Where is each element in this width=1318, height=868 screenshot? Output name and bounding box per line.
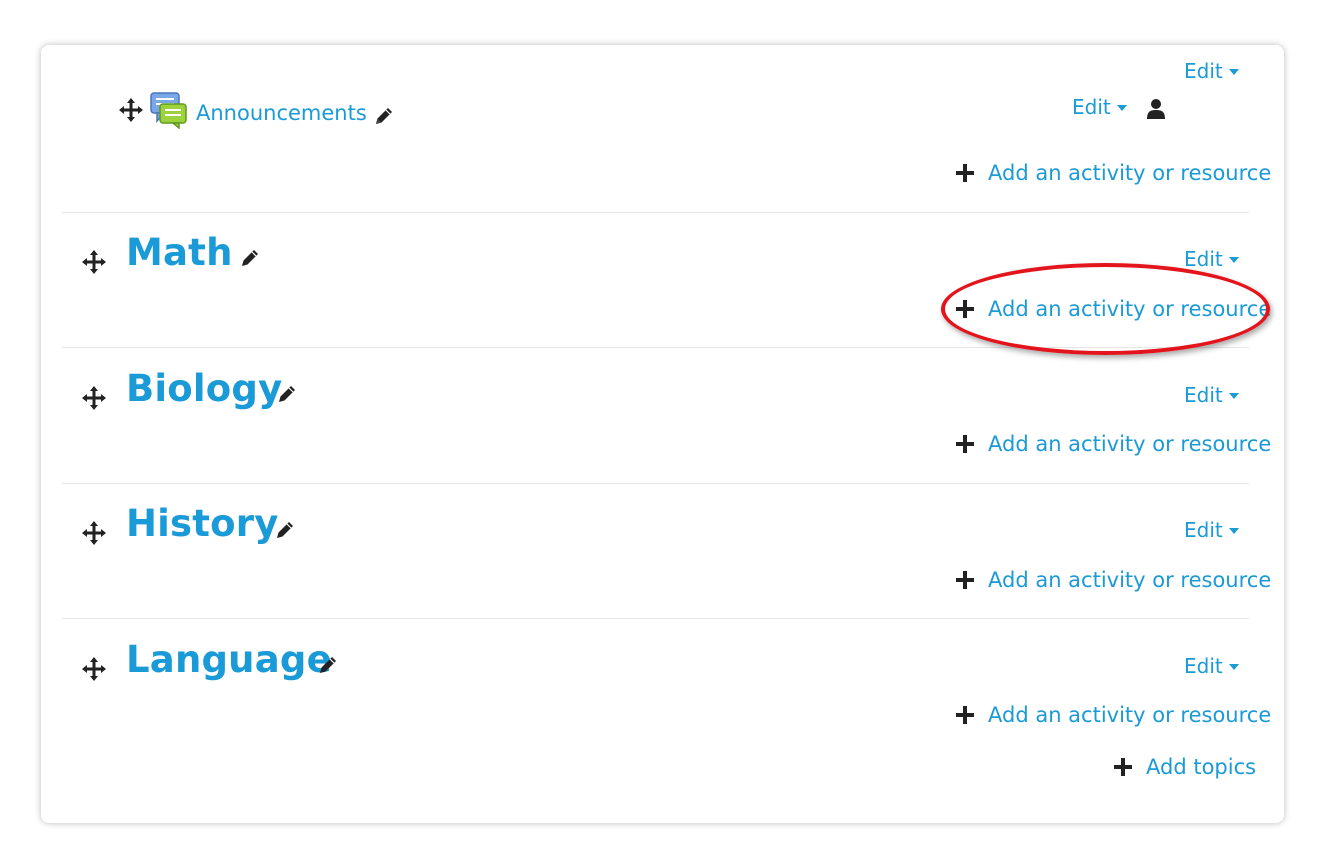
biology-add-activity-button[interactable]: Add an activity or resource [956, 432, 1271, 456]
plus-icon [956, 164, 974, 182]
move-icon[interactable] [81, 656, 107, 686]
plus-icon [956, 435, 974, 453]
activity-edit-menu[interactable]: Edit [1072, 95, 1127, 119]
plus-icon [956, 706, 974, 724]
add-activity-label: Add an activity or resource [988, 432, 1272, 456]
add-activity-label: Add an activity or resource [988, 568, 1272, 592]
edit-label: Edit [1184, 383, 1223, 407]
add-activity-label: Add an activity or resource [988, 297, 1272, 321]
section-divider [62, 483, 1249, 484]
plus-icon [956, 300, 974, 318]
move-icon[interactable] [81, 520, 107, 550]
biology-section-edit-menu[interactable]: Edit [1184, 383, 1239, 407]
section-title-biology[interactable]: Biology [126, 367, 282, 410]
add-activity-label: Add an activity or resource [988, 161, 1272, 185]
section-divider [62, 212, 1249, 213]
pencil-icon[interactable] [276, 383, 298, 409]
caret-down-icon [1228, 528, 1239, 534]
math-section-edit-menu[interactable]: Edit [1184, 247, 1239, 271]
section-title-history[interactable]: History [126, 502, 279, 545]
course-sections-card: Edit Announcements Edit Add an activity … [41, 45, 1284, 823]
history-add-activity-button[interactable]: Add an activity or resource [956, 568, 1271, 592]
history-section-edit-menu[interactable]: Edit [1184, 518, 1239, 542]
add-topics-button[interactable]: Add topics [1114, 755, 1256, 779]
user-icon[interactable] [1146, 98, 1166, 124]
language-section-edit-menu[interactable]: Edit [1184, 654, 1239, 678]
pencil-icon[interactable] [317, 654, 339, 680]
plus-icon [1114, 758, 1132, 776]
section-title-math[interactable]: Math [126, 231, 233, 274]
move-icon[interactable] [81, 249, 107, 279]
activity-link-announcements[interactable]: Announcements [196, 101, 367, 125]
edit-label: Edit [1184, 59, 1223, 83]
add-topics-label: Add topics [1146, 755, 1257, 779]
edit-label: Edit [1184, 518, 1223, 542]
edit-label: Edit [1184, 654, 1223, 678]
math-add-activity-button[interactable]: Add an activity or resource [956, 297, 1271, 321]
general-section-edit-menu[interactable]: Edit [1184, 59, 1239, 83]
edit-label: Edit [1184, 247, 1223, 271]
add-activity-label: Add an activity or resource [988, 703, 1272, 727]
caret-down-icon [1228, 257, 1239, 263]
pencil-icon[interactable] [274, 519, 296, 545]
edit-label: Edit [1072, 95, 1111, 119]
section-title-language[interactable]: Language [126, 638, 332, 681]
pencil-icon[interactable] [239, 247, 261, 273]
language-add-activity-button[interactable]: Add an activity or resource [956, 703, 1271, 727]
section-divider [62, 347, 1249, 348]
move-icon[interactable] [118, 97, 144, 127]
plus-icon [956, 571, 974, 589]
caret-down-icon [1228, 393, 1239, 399]
pencil-icon[interactable] [373, 105, 395, 131]
move-icon[interactable] [81, 385, 107, 415]
caret-down-icon [1228, 664, 1239, 670]
caret-down-icon [1116, 105, 1127, 111]
caret-down-icon [1228, 69, 1239, 75]
general-add-activity-button[interactable]: Add an activity or resource [956, 161, 1271, 185]
forum-icon [149, 91, 189, 133]
section-divider [62, 618, 1249, 619]
